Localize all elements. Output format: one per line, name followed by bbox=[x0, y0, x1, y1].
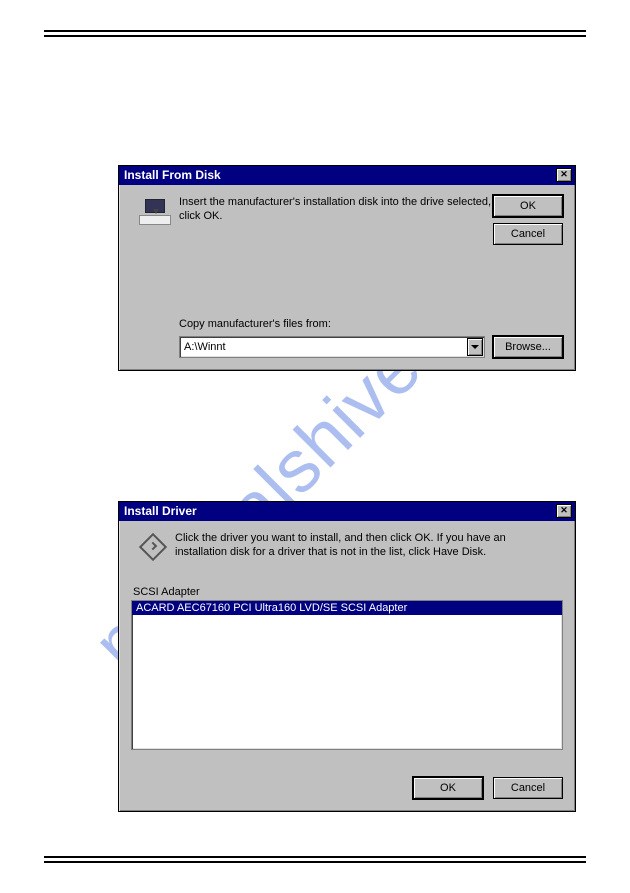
page-bottom-rule bbox=[44, 856, 586, 863]
close-icon[interactable]: ✕ bbox=[556, 504, 572, 518]
cancel-button[interactable]: Cancel bbox=[493, 777, 563, 799]
browse-button[interactable]: Browse... bbox=[493, 336, 563, 358]
cancel-button[interactable]: Cancel bbox=[493, 223, 563, 245]
list-item[interactable]: ACARD AEC67160 PCI Ultra160 LVD/SE SCSI … bbox=[132, 601, 562, 615]
ok-button[interactable]: OK bbox=[413, 777, 483, 799]
driver-listbox[interactable]: ACARD AEC67160 PCI Ultra160 LVD/SE SCSI … bbox=[131, 600, 563, 750]
install-driver-dialog: Install Driver ✕ Click the driver you wa… bbox=[118, 501, 576, 812]
path-input[interactable] bbox=[180, 341, 466, 353]
path-combobox[interactable] bbox=[179, 336, 485, 358]
page-top-rule bbox=[44, 30, 586, 37]
dialog2-title: Install Driver bbox=[124, 504, 556, 518]
dialog1-title: Install From Disk bbox=[124, 168, 556, 182]
install-from-disk-dialog: Install From Disk ✕ Insert the manufactu… bbox=[118, 165, 576, 371]
ok-button[interactable]: OK bbox=[493, 195, 563, 217]
disk-insert-icon bbox=[131, 195, 179, 228]
dialog1-titlebar: Install From Disk ✕ bbox=[119, 166, 575, 185]
close-icon[interactable]: ✕ bbox=[556, 168, 572, 182]
copy-from-label: Copy manufacturer's files from: bbox=[179, 318, 331, 330]
dialog2-instruction: Click the driver you want to install, an… bbox=[175, 531, 563, 564]
scsi-adapter-label: SCSI Adapter bbox=[133, 586, 563, 598]
chevron-down-icon[interactable] bbox=[467, 338, 483, 356]
driver-diamond-icon bbox=[131, 531, 175, 564]
dialog2-titlebar: Install Driver ✕ bbox=[119, 502, 575, 521]
